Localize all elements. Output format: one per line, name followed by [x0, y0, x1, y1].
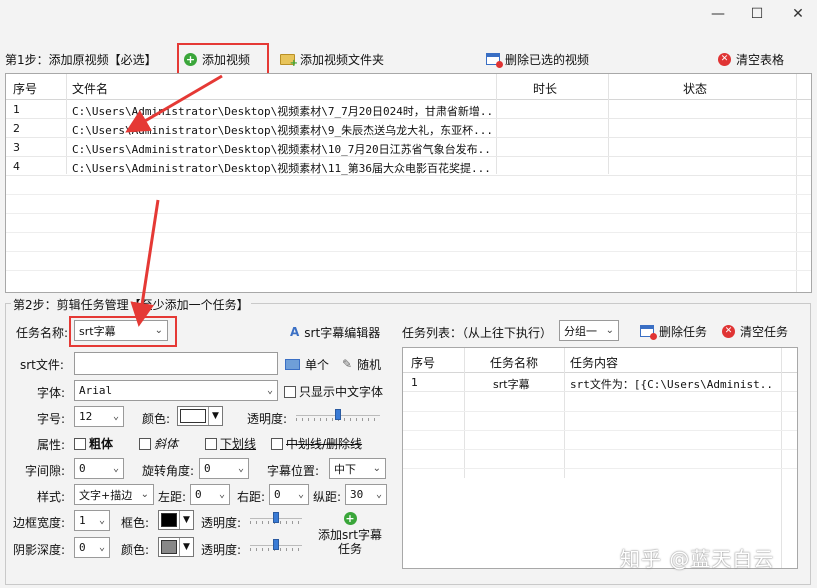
annotation-arrows [125, 74, 223, 327]
watermark: 知乎 @蓝天白云 [620, 547, 775, 571]
arrow-to-row [125, 74, 223, 133]
arrow-to-task-name [130, 199, 160, 327]
